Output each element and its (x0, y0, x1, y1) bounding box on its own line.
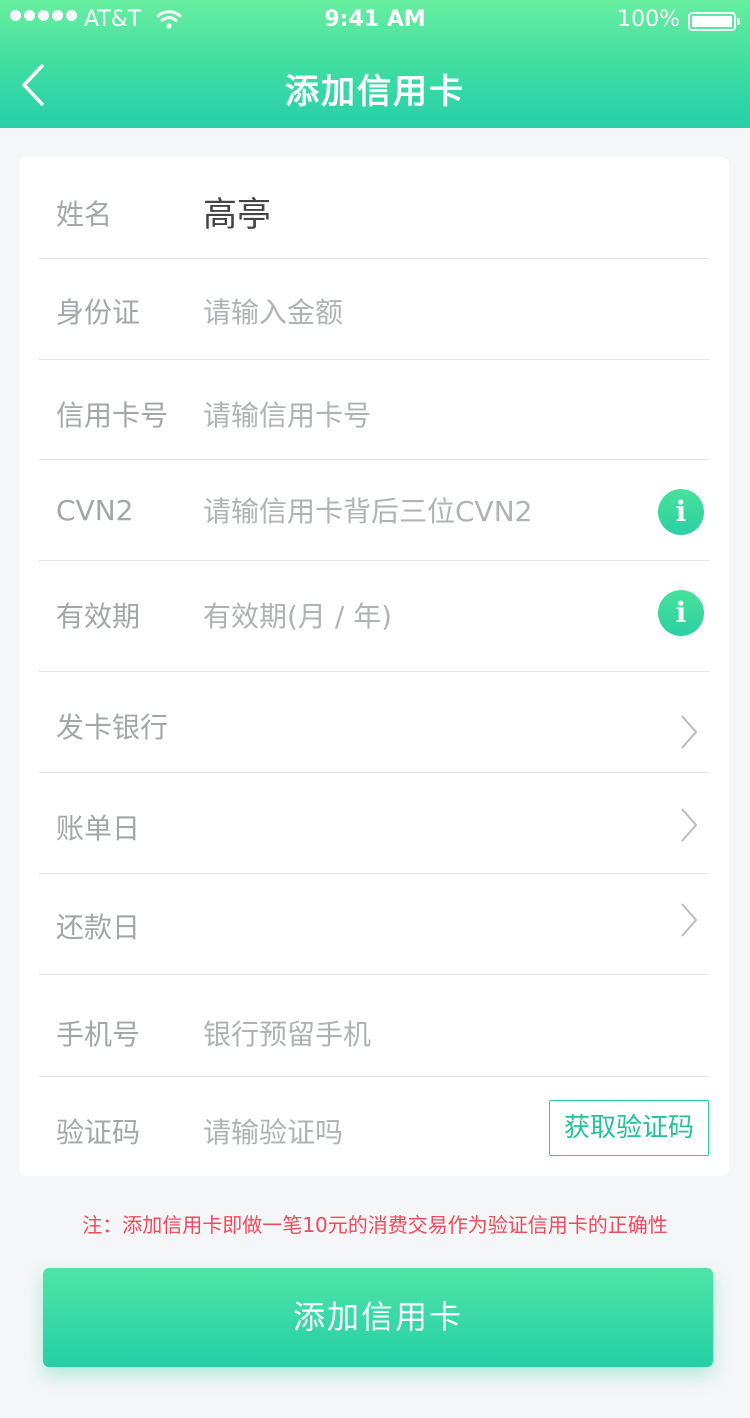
bill-day-label: 账单日 (56, 812, 141, 845)
bank-label: 发卡银行 (56, 711, 169, 744)
bill-day-row[interactable]: 账单日 (39, 773, 709, 874)
notice-text: 注：添加信用卡即做一笔10元的消费交易作为验证信用卡的正确性 (82, 1213, 668, 1237)
card-number-input[interactable]: 请输信用卡号 (203, 394, 371, 434)
phone-label: 手机号 (56, 1018, 141, 1051)
card-number-row: 信用卡号 请输信用卡号 (39, 360, 709, 460)
battery-percentage: 100% (617, 7, 680, 32)
cvn2-info-icon[interactable]: i (658, 489, 704, 535)
chevron-right-icon (681, 808, 698, 842)
card-number-label: 信用卡号 (56, 399, 169, 432)
cvn2-input[interactable]: 请输信用卡背后三位CVN2 (203, 490, 532, 530)
id-card-input[interactable]: 请输入金额 (203, 291, 343, 331)
chevron-right-icon (681, 715, 698, 749)
repay-day-label: 还款日 (56, 911, 141, 944)
id-card-row: 身份证 请输入金额 (39, 259, 709, 360)
status-bar: AT&T 9:41 AM 100% (0, 0, 750, 40)
cvn2-label: CVN2 (56, 494, 134, 527)
repay-day-row[interactable]: 还款日 (39, 874, 709, 975)
add-credit-card-button[interactable]: 添加信用卡 (43, 1268, 713, 1367)
expiry-info-icon[interactable]: i (658, 590, 704, 636)
get-verify-code-button[interactable]: 获取验证码 (549, 1100, 709, 1156)
cvn2-row: CVN2 请输信用卡背后三位CVN2 i (39, 460, 709, 561)
name-row: 姓名 高亭 (39, 157, 709, 259)
id-card-label: 身份证 (56, 296, 141, 329)
verify-code-label: 验证码 (56, 1116, 141, 1149)
verify-code-row: 验证码 请输验证吗 获取验证码 (39, 1077, 709, 1176)
expiry-label: 有效期 (56, 600, 141, 633)
phone-row: 手机号 银行预留手机 (39, 975, 709, 1077)
battery-icon (688, 12, 740, 31)
credit-card-form: 姓名 高亭 身份证 请输入金额 信用卡号 请输信用卡号 CVN2 请输信用卡背后… (19, 157, 729, 1176)
bank-row[interactable]: 发卡银行 (39, 672, 709, 773)
expiry-input[interactable]: 有效期(月 / 年) (203, 595, 392, 635)
page-title: 添加信用卡 (285, 72, 465, 112)
chevron-right-icon (681, 903, 698, 937)
expiry-row: 有效期 有效期(月 / 年) i (39, 561, 709, 672)
name-label: 姓名 (56, 198, 113, 231)
app-header: AT&T 9:41 AM 100% 添加信用卡 (0, 0, 750, 128)
name-field[interactable]: 高亭 (203, 187, 271, 236)
phone-input[interactable]: 银行预留手机 (203, 1013, 371, 1053)
verify-code-input[interactable]: 请输验证吗 (203, 1111, 343, 1151)
